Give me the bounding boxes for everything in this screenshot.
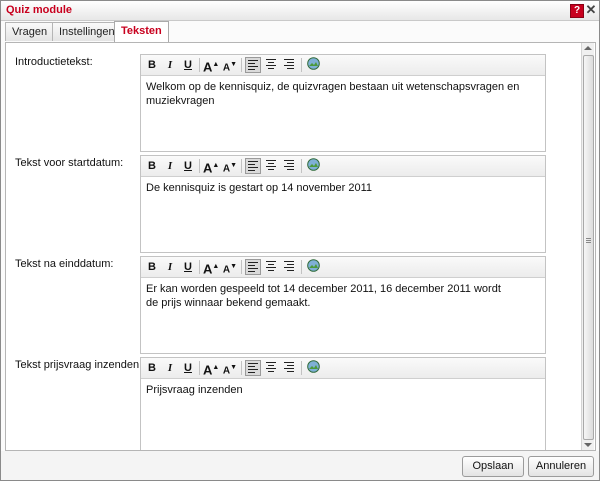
- toolbar-divider: [199, 260, 200, 274]
- tab-vragen[interactable]: Vragen: [5, 22, 55, 41]
- bold-button[interactable]: B: [144, 57, 160, 73]
- font-increase-button[interactable]: A▲: [203, 360, 219, 377]
- bold-button[interactable]: B: [144, 259, 160, 275]
- dialog-title: Quiz module: [6, 4, 72, 16]
- title-bar: Quiz module ? ✕: [1, 1, 599, 21]
- tab-instellingen[interactable]: Instellingen: [52, 22, 122, 41]
- editor-content[interactable]: Prijsvraag inzenden: [141, 379, 545, 401]
- tab-teksten[interactable]: Teksten: [114, 21, 169, 42]
- toolbar-divider: [199, 159, 200, 173]
- toolbar-divider: [301, 361, 302, 375]
- editor-toolbar: B I U A▲ A▼: [141, 257, 545, 278]
- bold-button[interactable]: B: [144, 158, 160, 174]
- scroll-down-icon[interactable]: [584, 443, 592, 447]
- toolbar-divider: [301, 58, 302, 72]
- toolbar-divider: [301, 159, 302, 173]
- italic-button[interactable]: I: [162, 259, 178, 275]
- align-left-icon[interactable]: [245, 158, 261, 174]
- editor-introductietekst: B I U A▲ A▼ Welkom op de kennisquiz, de …: [140, 54, 546, 152]
- toolbar-divider: [241, 58, 242, 72]
- font-decrease-button[interactable]: A▼: [222, 158, 238, 174]
- image-icon[interactable]: [305, 57, 321, 73]
- toolbar-divider: [301, 260, 302, 274]
- underline-button[interactable]: U: [180, 259, 196, 275]
- align-right-icon[interactable]: [281, 57, 297, 73]
- italic-button[interactable]: I: [162, 158, 178, 174]
- editor-toolbar: B I U A▲ A▼: [141, 358, 545, 379]
- underline-button[interactable]: U: [180, 360, 196, 376]
- underline-button[interactable]: U: [180, 57, 196, 73]
- editor-content[interactable]: De kennisquiz is gestart op 14 november …: [141, 177, 545, 199]
- toolbar-divider: [241, 260, 242, 274]
- align-right-icon[interactable]: [281, 259, 297, 275]
- scrollbar-thumb[interactable]: [583, 55, 594, 440]
- field-label-prijsvraag: Tekst prijsvraag inzenden:: [15, 359, 143, 371]
- font-decrease-button[interactable]: A▼: [222, 360, 238, 376]
- field-label-einddatum: Tekst na einddatum:: [15, 258, 114, 270]
- align-left-icon[interactable]: [245, 57, 261, 73]
- help-icon[interactable]: ?: [570, 4, 584, 18]
- font-increase-button[interactable]: A▲: [203, 259, 219, 276]
- editor-startdatum: B I U A▲ A▼ De kennisquiz is gestart op …: [140, 155, 546, 253]
- italic-button[interactable]: I: [162, 360, 178, 376]
- font-increase-button[interactable]: A▲: [203, 57, 219, 74]
- field-label-introductietekst: Introductietekst:: [15, 56, 93, 68]
- align-center-icon[interactable]: [263, 360, 279, 376]
- save-button[interactable]: Opslaan: [462, 456, 524, 477]
- align-right-icon[interactable]: [281, 360, 297, 376]
- toolbar-divider: [241, 361, 242, 375]
- align-center-icon[interactable]: [263, 57, 279, 73]
- editor-toolbar: B I U A▲ A▼: [141, 156, 545, 177]
- grip-icon: [586, 238, 591, 239]
- editor-prijsvraag: B I U A▲ A▼ Prijsvraag inzenden: [140, 357, 546, 450]
- underline-button[interactable]: U: [180, 158, 196, 174]
- toolbar-divider: [199, 58, 200, 72]
- italic-button[interactable]: I: [162, 57, 178, 73]
- dialog-footer: Opslaan Annuleren: [1, 451, 599, 480]
- editor-content[interactable]: Er kan worden gespeeld tot 14 december 2…: [141, 278, 521, 314]
- font-decrease-button[interactable]: A▼: [222, 57, 238, 73]
- image-icon[interactable]: [305, 360, 321, 376]
- align-left-icon[interactable]: [245, 360, 261, 376]
- vertical-scrollbar[interactable]: [581, 43, 594, 450]
- quiz-module-dialog: Quiz module ? ✕ Vragen Instellingen Teks…: [0, 0, 600, 481]
- editor-einddatum: B I U A▲ A▼ Er kan worden gespeeld tot 1…: [140, 256, 546, 354]
- image-icon[interactable]: [305, 158, 321, 174]
- toolbar-divider: [241, 159, 242, 173]
- editor-toolbar: B I U A▲ A▼: [141, 55, 545, 76]
- scroll-up-icon[interactable]: [584, 46, 592, 50]
- teksten-panel: Introductietekst: B I U A▲ A▼ Welkom op …: [5, 42, 596, 451]
- font-decrease-button[interactable]: A▼: [222, 259, 238, 275]
- close-icon[interactable]: ✕: [585, 3, 597, 16]
- bold-button[interactable]: B: [144, 360, 160, 376]
- toolbar-divider: [199, 361, 200, 375]
- editor-content[interactable]: Welkom op de kennisquiz, de quizvragen b…: [141, 76, 545, 112]
- cancel-button[interactable]: Annuleren: [528, 456, 594, 477]
- align-center-icon[interactable]: [263, 158, 279, 174]
- font-increase-button[interactable]: A▲: [203, 158, 219, 175]
- image-icon[interactable]: [305, 259, 321, 275]
- field-label-startdatum: Tekst voor startdatum:: [15, 157, 124, 169]
- align-center-icon[interactable]: [263, 259, 279, 275]
- align-left-icon[interactable]: [245, 259, 261, 275]
- align-right-icon[interactable]: [281, 158, 297, 174]
